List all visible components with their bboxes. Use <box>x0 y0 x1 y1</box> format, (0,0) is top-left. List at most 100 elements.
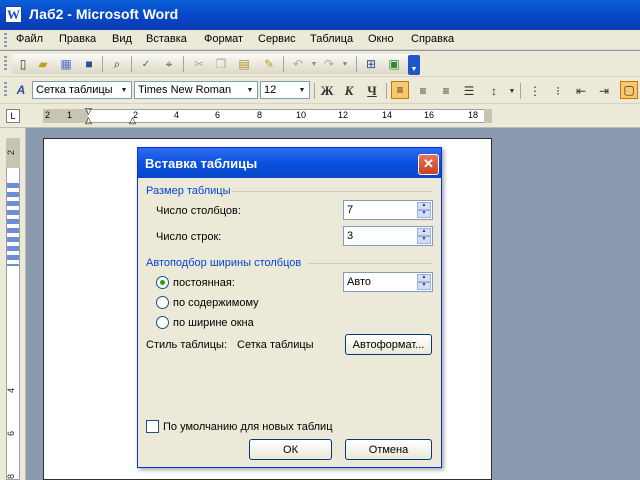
chevron-down-icon[interactable]: ▼ <box>295 82 309 98</box>
toolbar-separator <box>283 56 284 72</box>
dialog-title-bar[interactable]: Вставка таблицы ✕ <box>138 148 441 178</box>
research-icon[interactable]: ⌖ <box>160 55 178 73</box>
spin-down-icon[interactable]: ▼ <box>417 236 431 244</box>
chevron-down-icon[interactable]: ▼ <box>243 82 257 98</box>
ruler-label: 8 <box>6 474 16 480</box>
font-combo[interactable]: Times New Roman ▼ <box>134 81 258 99</box>
open-folder-icon[interactable]: ▰ <box>34 55 52 73</box>
increase-indent-icon[interactable]: ⇥ <box>595 82 613 100</box>
ruler-label: 16 <box>424 110 435 120</box>
align-center-icon[interactable]: ≡ <box>414 82 432 100</box>
menu-tools[interactable]: Сервис <box>258 33 296 45</box>
rows-label: Число строк: <box>156 231 222 243</box>
menu-format[interactable]: Формат <box>204 33 243 45</box>
toolbar-separator <box>131 56 132 72</box>
toolbar-grip[interactable] <box>4 82 7 98</box>
align-right-icon[interactable]: ≡ <box>437 82 455 100</box>
numbering-icon[interactable]: ⋮ <box>526 82 544 100</box>
menu-window[interactable]: Окно <box>368 33 394 45</box>
cols-spinner[interactable]: 7 ▲ ▼ <box>343 200 433 220</box>
window-title: Лаб2 - Microsoft Word <box>29 6 179 22</box>
hanging-indent-marker[interactable]: △ <box>85 116 92 125</box>
cut-icon[interactable]: ✂ <box>190 55 208 73</box>
line-spacing-dropdown-icon[interactable]: ▼ <box>503 82 521 100</box>
style-combo[interactable]: Сетка таблицы ▼ <box>32 81 132 99</box>
cols-spinner-buttons[interactable]: ▲ ▼ <box>417 202 431 218</box>
fixed-width-label[interactable]: постоянная: <box>173 277 235 289</box>
rows-spinner[interactable]: 3 ▲ ▼ <box>343 226 433 246</box>
save-icon[interactable]: ■ <box>80 55 98 73</box>
paste-icon[interactable]: ▤ <box>235 55 253 73</box>
vertical-ruler: 2 4 6 8 <box>0 128 26 480</box>
ruler-label: 10 <box>296 110 307 120</box>
copy-icon[interactable]: ❐ <box>212 55 230 73</box>
ruler-label: 4 <box>6 388 16 394</box>
insert-excel-icon[interactable]: ▣ <box>385 55 403 73</box>
menu-file[interactable]: Файл <box>16 33 43 45</box>
spelling-icon[interactable]: ✓ <box>137 55 155 73</box>
justify-icon[interactable]: ☰ <box>460 82 478 100</box>
decrease-indent-icon[interactable]: ⇤ <box>572 82 590 100</box>
line-spacing-icon[interactable]: ↕ <box>485 82 503 100</box>
font-size-combo[interactable]: 12 ▼ <box>260 81 310 99</box>
menu-help[interactable]: Справка <box>411 33 454 45</box>
spin-down-icon[interactable]: ▼ <box>417 210 431 218</box>
spin-up-icon[interactable]: ▲ <box>417 228 431 236</box>
spin-up-icon[interactable]: ▲ <box>417 274 431 282</box>
redo-dropdown-icon[interactable]: ▼ <box>336 55 354 73</box>
rows-spinner-buttons[interactable]: ▲ ▼ <box>417 228 431 244</box>
autofit-contents-radio[interactable] <box>156 296 169 309</box>
vertical-ruler-table-rows <box>7 183 19 266</box>
menu-table[interactable]: Таблица <box>310 33 353 45</box>
default-for-new-tables-checkbox[interactable] <box>146 420 159 433</box>
table-style-value: Сетка таблицы <box>237 339 314 351</box>
fixed-width-spinner-buttons[interactable]: ▲ ▼ <box>417 274 431 290</box>
permission-icon[interactable]: ▦ <box>57 55 75 73</box>
toolbar-separator <box>356 56 357 72</box>
toolbar-options-icon[interactable]: ▼ <box>408 55 420 75</box>
align-left-icon[interactable]: ≡ <box>391 81 409 99</box>
tab-stop-selector-icon[interactable]: L <box>6 109 20 123</box>
autofit-contents-label[interactable]: по содержимому <box>173 297 259 309</box>
print-preview-icon[interactable]: ⌕ <box>108 55 126 73</box>
ruler-label: 18 <box>468 110 479 120</box>
close-icon[interactable]: ✕ <box>418 154 439 175</box>
chevron-down-icon[interactable]: ▼ <box>117 82 131 98</box>
toolbar-separator <box>183 56 184 72</box>
autofit-window-label[interactable]: по ширине окна <box>173 317 254 329</box>
fixed-width-radio[interactable] <box>156 276 169 289</box>
default-for-new-tables-label[interactable]: По умолчанию для новых таблиц <box>163 421 333 433</box>
ruler-label: 2 <box>6 150 16 156</box>
borders-icon[interactable]: ▢ <box>620 81 638 99</box>
bold-button[interactable]: Ж <box>318 82 336 100</box>
bullets-icon[interactable]: ⁝ <box>549 82 567 100</box>
ok-button[interactable]: ОК <box>249 439 332 460</box>
toolbar-separator <box>386 83 387 99</box>
toolbar-grip[interactable] <box>4 56 7 72</box>
menu-insert[interactable]: Вставка <box>146 33 187 45</box>
right-indent-marker[interactable]: △ <box>129 116 136 125</box>
menu-view[interactable]: Вид <box>112 33 132 45</box>
autofit-window-radio[interactable] <box>156 316 169 329</box>
insert-table-icon[interactable]: ⊞ <box>362 55 380 73</box>
cancel-button[interactable]: Отмена <box>345 439 432 460</box>
autoformat-button[interactable]: Автоформат... <box>345 334 432 355</box>
ruler-label: 6 <box>215 110 221 120</box>
menubar-grip[interactable] <box>4 33 7 47</box>
spin-down-icon[interactable]: ▼ <box>417 282 431 290</box>
menu-edit[interactable]: Правка <box>59 33 96 45</box>
ruler-right-margin <box>484 109 492 123</box>
font-combo-value: Times New Roman <box>138 84 232 96</box>
spin-up-icon[interactable]: ▲ <box>417 202 431 210</box>
ruler-label: 4 <box>174 110 180 120</box>
fixed-width-spinner[interactable]: Авто ▲ ▼ <box>343 272 433 292</box>
formatting-toolbar: A Сетка таблицы ▼ Times New Roman ▼ 12 ▼… <box>0 77 640 104</box>
cols-value: 7 <box>347 204 354 216</box>
styles-pane-icon[interactable]: A <box>12 81 30 99</box>
rows-value: 3 <box>347 230 354 242</box>
underline-button[interactable]: Ч <box>363 82 381 100</box>
new-document-icon[interactable]: ▯ <box>14 55 32 73</box>
format-painter-icon[interactable]: ✎ <box>260 55 278 73</box>
italic-button[interactable]: К <box>340 82 358 100</box>
cols-label: Число столбцов: <box>156 205 241 217</box>
